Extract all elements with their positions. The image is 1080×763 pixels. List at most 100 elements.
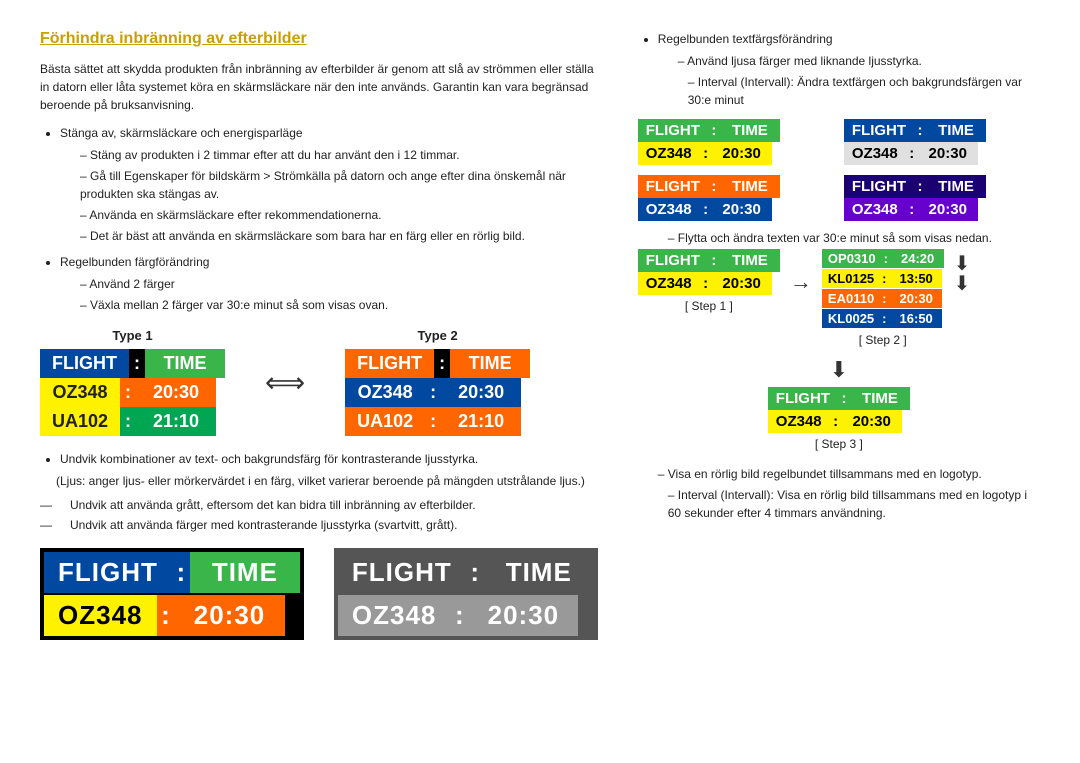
s3-colon-h: : bbox=[838, 387, 850, 410]
step2-label: [ Step 2 ] bbox=[859, 333, 907, 347]
v4-val: 20:30 bbox=[918, 198, 978, 221]
sm-board-v2: FLIGHT : TIME OZ348 : 20:30 bbox=[844, 119, 1040, 165]
lb2-colon-h: : bbox=[466, 552, 484, 593]
s3-colon-d: : bbox=[830, 410, 842, 433]
page-heading: Förhindra inbränning av efterbilder bbox=[40, 30, 598, 48]
step3-section: ⬇ FLIGHT : TIME OZ348 : 20:30 [ Step 3 ] bbox=[638, 357, 1040, 451]
v2-val: 20:30 bbox=[918, 142, 978, 165]
v1-time: TIME bbox=[720, 119, 780, 142]
s1-time: TIME bbox=[720, 249, 780, 272]
oz-value: OZ348 bbox=[345, 378, 425, 407]
final-notes: Visa en rörlig bild regelbundet tillsamm… bbox=[638, 465, 1040, 522]
list-item: Använd 2 färger bbox=[80, 275, 598, 293]
s2-row3-time: 20:30 bbox=[890, 289, 942, 308]
lb2-time: TIME bbox=[484, 552, 594, 593]
v4-oz: OZ348 bbox=[844, 198, 906, 221]
lb2-val: 20:30 bbox=[468, 595, 578, 636]
s1-colon-h: : bbox=[708, 249, 720, 272]
s2-row1-id: OP0310 bbox=[822, 249, 882, 268]
v2-colon-d: : bbox=[906, 142, 918, 165]
s2-row2-colon: : bbox=[880, 269, 890, 288]
down-arrow-1: ⬇ bbox=[954, 254, 971, 274]
sm-board-v3: FLIGHT : TIME OZ348 : 20:30 bbox=[638, 175, 834, 221]
avoid-item-1b: (Ljus: anger ljus- eller mörkervärdet i … bbox=[56, 472, 598, 490]
right-sub-1: Interval (Intervall): Ändra textfärgen o… bbox=[688, 73, 1040, 109]
swap-arrow: ⟺ bbox=[255, 366, 315, 399]
time-value: 20:30 bbox=[136, 378, 216, 407]
large-board-1: FLIGHT : TIME OZ348 : 20:30 bbox=[40, 548, 304, 640]
s2-row2-time: 13:50 bbox=[890, 269, 942, 288]
avoid-note-2: Undvik att använda grått, eftersom det k… bbox=[40, 498, 598, 512]
step2-block: OP0310 : 24:20 KL0125 : 13:50 EA0110 : bbox=[822, 249, 944, 347]
type1-label: Type 1 bbox=[112, 328, 152, 343]
list-item: Stänga av, skärmsläckare och energisparl… bbox=[60, 124, 598, 142]
colon-data2: : bbox=[425, 407, 441, 436]
list-item: Växla mellan 2 färger var 30:e minut så … bbox=[80, 296, 598, 314]
final-note-1: Visa en rörlig bild regelbundet tillsamm… bbox=[658, 465, 1040, 483]
type2-board: FLIGHT : TIME OZ348 : 20:30 UA102 : 21:1… bbox=[345, 349, 530, 436]
right-bullet-list: Regelbunden textfärgsförändring Använd l… bbox=[658, 30, 1040, 109]
lb1-flight: FLIGHT bbox=[44, 552, 172, 593]
list-item: Det är bäst att använda en skärmsläckare… bbox=[80, 227, 598, 245]
colon-data: : bbox=[425, 378, 441, 407]
ua-time-value: 21:10 bbox=[441, 407, 521, 436]
s2-row4-time: 16:50 bbox=[890, 309, 942, 328]
colon-header: : bbox=[434, 349, 450, 378]
s1-flight: FLIGHT bbox=[638, 249, 708, 272]
step1-label: [ Step 1 ] bbox=[685, 299, 733, 313]
v3-colon-d: : bbox=[700, 198, 712, 221]
right-column: Regelbunden textfärgsförändring Använd l… bbox=[638, 30, 1040, 640]
v3-oz: OZ348 bbox=[638, 198, 700, 221]
right-bullet-1: Regelbunden textfärgsförändring bbox=[658, 30, 1040, 48]
large-boards-row: FLIGHT : TIME OZ348 : 20:30 FLIGHT : TIM… bbox=[40, 548, 598, 640]
page-layout: Förhindra inbränning av efterbilder Bäst… bbox=[40, 30, 1040, 640]
s3-val: 20:30 bbox=[842, 410, 902, 433]
lb1-colon-d: : bbox=[157, 595, 175, 636]
types-row: Type 1 FLIGHT : TIME OZ348 : 20:30 UA102 bbox=[40, 328, 598, 436]
v4-flight: FLIGHT bbox=[844, 175, 914, 198]
intro-text: Bästa sättet att skydda produkten från i… bbox=[40, 60, 598, 114]
v4-time: TIME bbox=[926, 175, 986, 198]
steps-row: FLIGHT : TIME OZ348 : 20:30 [ Step 1 ] → bbox=[638, 249, 1040, 347]
lb1-val: 20:30 bbox=[175, 595, 285, 636]
boards-grid: FLIGHT : TIME OZ348 : 20:30 FLIGHT : bbox=[638, 119, 1040, 221]
list-item: Använda en skärmsläckare efter rekommend… bbox=[80, 206, 598, 224]
type1-block: Type 1 FLIGHT : TIME OZ348 : 20:30 UA102 bbox=[40, 328, 225, 436]
time-label: TIME bbox=[450, 349, 530, 378]
v1-colon-d: : bbox=[700, 142, 712, 165]
down-arrow-2: ⬇ bbox=[954, 274, 971, 294]
s2-row4-id: KL0025 bbox=[822, 309, 880, 328]
v1-oz: OZ348 bbox=[638, 142, 700, 165]
avoid-list: Undvik kombinationer av text- och bakgru… bbox=[60, 450, 598, 490]
type2-label: Type 2 bbox=[418, 328, 458, 343]
v1-colon-h: : bbox=[708, 119, 720, 142]
type1-board: FLIGHT : TIME OZ348 : 20:30 UA102 : 21:1… bbox=[40, 349, 225, 436]
v2-oz: OZ348 bbox=[844, 142, 906, 165]
step2-board: OP0310 : 24:20 KL0125 : 13:50 EA0110 : bbox=[822, 249, 944, 329]
step3-board: FLIGHT : TIME OZ348 : 20:30 bbox=[768, 387, 910, 433]
left-column: Förhindra inbränning av efterbilder Bäst… bbox=[40, 30, 598, 640]
v3-flight: FLIGHT bbox=[638, 175, 708, 198]
lb2-flight: FLIGHT bbox=[338, 552, 466, 593]
s1-colon-d: : bbox=[700, 272, 712, 295]
s2-row2-id: KL0125 bbox=[822, 269, 880, 288]
avoid-item-1: Undvik kombinationer av text- och bakgru… bbox=[60, 450, 598, 468]
v2-colon-h: : bbox=[914, 119, 926, 142]
s2-row1-time: 24:20 bbox=[892, 249, 944, 268]
s2-row1-colon: : bbox=[882, 249, 892, 268]
dash-note-steps: Flytta och ändra texten var 30:e minut s… bbox=[668, 231, 1040, 245]
s1-oz: OZ348 bbox=[638, 272, 700, 295]
v4-colon-h: : bbox=[914, 175, 926, 198]
list-item: Stäng av produkten i 2 timmar efter att … bbox=[80, 146, 598, 164]
lb2-colon-d: : bbox=[450, 595, 468, 636]
flight-label: FLIGHT bbox=[345, 349, 434, 378]
step1-board: FLIGHT : TIME OZ348 : 20:30 bbox=[638, 249, 780, 295]
type2-block: Type 2 FLIGHT : TIME OZ348 : 20:30 UA102 bbox=[345, 328, 530, 436]
s2-row4-colon: : bbox=[880, 309, 890, 328]
ua-value: UA102 bbox=[40, 407, 120, 436]
final-notes-list: Visa en rörlig bild regelbundet tillsamm… bbox=[658, 465, 1040, 522]
step1-block: FLIGHT : TIME OZ348 : 20:30 [ Step 1 ] bbox=[638, 249, 780, 313]
step3-label: [ Step 3 ] bbox=[815, 437, 863, 451]
s1-val: 20:30 bbox=[712, 272, 772, 295]
v2-time: TIME bbox=[926, 119, 986, 142]
